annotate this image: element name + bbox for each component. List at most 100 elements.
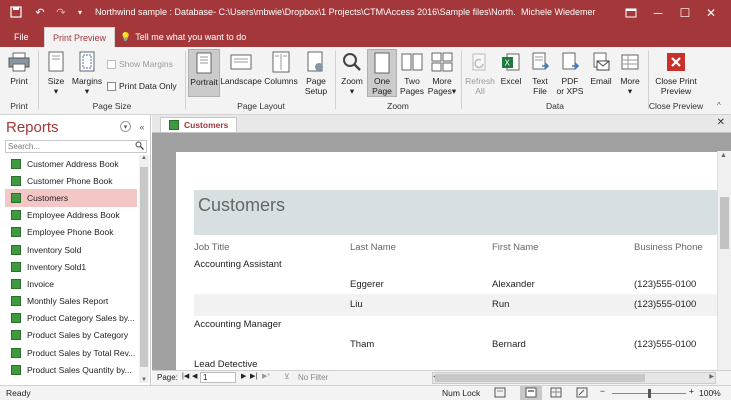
report-page[interactable]: Customers Job Title Last Name First Name Bu… [176, 152, 722, 372]
no-filter-indicator[interactable]: No Filter [298, 373, 328, 382]
zoom-slider[interactable] [612, 389, 686, 398]
layout-view-icon[interactable] [550, 387, 562, 400]
more-button[interactable]: More ▾ [616, 50, 644, 96]
shutter-bar-icon[interactable]: « [136, 121, 148, 133]
nav-item-report[interactable]: Product Sales Quantity by... [5, 361, 137, 378]
close-print-preview-button[interactable]: Close Print Preview [651, 50, 701, 96]
text-file-button[interactable]: Text File [526, 50, 554, 96]
horizontal-scroll-thumb[interactable] [435, 374, 645, 382]
preview-scroll-thumb[interactable] [720, 197, 729, 249]
group-label-page-size: Page Size [92, 101, 132, 111]
ribbon: Print Print Size ▾ Margins ▾ Show Margin… [0, 47, 731, 115]
customize-qat-icon[interactable]: ▾ [74, 4, 86, 20]
nav-item-report[interactable]: Inventory Sold1 [5, 258, 137, 275]
pdf-icon [558, 50, 582, 74]
nav-item-label: Product Category Sales by... [27, 313, 135, 324]
nav-scrollbar[interactable]: ▲ ▼ [139, 155, 149, 383]
refresh-all-button[interactable]: Refresh All [464, 50, 496, 96]
printer-icon [7, 50, 31, 74]
tab-file[interactable]: File [6, 27, 37, 47]
last-page-icon[interactable]: ▶| [250, 372, 257, 380]
print-button[interactable]: Print [4, 50, 34, 86]
report-icon [11, 313, 21, 324]
nav-item-report[interactable]: Product Sales by Total Rev... [5, 344, 137, 361]
print-preview-view-icon[interactable] [494, 387, 506, 400]
report-view-icon[interactable] [520, 386, 542, 400]
one-page-icon [370, 51, 394, 74]
undo-icon[interactable]: ↶ [32, 4, 48, 20]
zoom-level[interactable]: 100% [699, 388, 721, 398]
nav-search-input[interactable]: Search... [5, 140, 147, 153]
one-page-button[interactable]: One Page [367, 49, 397, 97]
search-icon[interactable] [135, 141, 144, 153]
margins-button[interactable]: Margins ▾ [70, 50, 104, 96]
report-icon [11, 175, 21, 186]
preview-vertical-scrollbar[interactable]: ▲ ▼ [717, 151, 731, 388]
size-button[interactable]: Size ▾ [42, 50, 70, 96]
table-cell: Bernard [492, 339, 526, 350]
document-tab-customers[interactable]: Customers [160, 117, 238, 132]
portrait-icon [192, 51, 216, 75]
scroll-up-icon[interactable]: ▲ [720, 152, 727, 159]
page-setup-icon [304, 50, 328, 74]
nav-item-report[interactable]: Product Category Sales by... [5, 310, 137, 327]
scroll-up-icon[interactable]: ▲ [141, 155, 147, 161]
more-pages-button[interactable]: More Pages▾ [427, 50, 457, 96]
columns-button[interactable]: Columns [263, 50, 299, 86]
group-divider [185, 51, 186, 109]
nav-scroll-thumb[interactable] [140, 167, 148, 367]
zoom-out-icon[interactable]: − [600, 386, 605, 396]
nav-menu-icon[interactable]: ▾ [120, 121, 131, 132]
two-pages-button[interactable]: Two Pages [398, 50, 426, 96]
nav-item-report[interactable]: Inventory Sold [5, 241, 137, 258]
new-page-icon[interactable]: ▶* [262, 372, 270, 380]
zoom-in-icon[interactable]: + [689, 386, 694, 396]
portrait-button[interactable]: Portrait [188, 49, 220, 97]
pdf-xps-button[interactable]: PDF or XPS [555, 50, 585, 96]
tab-print-preview[interactable]: Print Preview [44, 27, 116, 47]
report-icon [11, 192, 21, 203]
show-margins-checkbox[interactable]: Show Margins [107, 59, 173, 69]
email-button[interactable]: Email [587, 50, 615, 86]
nav-item-report[interactable]: Customers [5, 189, 137, 207]
landscape-button[interactable]: Landscape [220, 50, 262, 86]
ribbon-tab-bar: File Print Preview 💡 Tell me what you wa… [0, 25, 731, 47]
redo-icon[interactable]: ↷ [54, 4, 68, 20]
zoom-button[interactable]: Zoom ▾ [338, 50, 366, 96]
excel-icon: X [499, 50, 523, 74]
close-icon[interactable]: ✕ [691, 0, 731, 25]
nav-item-report[interactable]: Employee Phone Book [5, 224, 137, 241]
nav-item-report[interactable]: Customer Address Book [5, 155, 137, 172]
nav-item-report[interactable]: Product Sales by Category [5, 327, 137, 344]
horizontal-scrollbar[interactable]: ◀ ▶ [432, 372, 716, 384]
previous-page-icon[interactable]: ◀ [192, 372, 197, 380]
window-title: Northwind sample : Database- C:\Users\mb… [95, 7, 515, 17]
excel-button[interactable]: X Excel [497, 50, 525, 86]
user-name[interactable]: Michele Wiedemer [521, 7, 596, 17]
nav-item-report[interactable]: Customer Phone Book [5, 172, 137, 189]
print-data-only-checkbox[interactable]: Print Data Only [107, 81, 177, 91]
group-header: Lead Detective [194, 359, 258, 370]
page-number-input[interactable]: 1 [200, 372, 236, 383]
table-cell: (123)555-0100 [634, 339, 697, 350]
preview-canvas[interactable]: Customers Job Title Last Name First Name Bu… [152, 133, 731, 388]
scroll-right-icon[interactable]: ▶ [709, 373, 714, 380]
first-page-icon[interactable]: |◀ [182, 372, 189, 380]
tell-me-text: Tell me what you want to do [135, 32, 247, 42]
nav-item-label: Product Sales by Total Rev... [27, 347, 136, 358]
next-page-icon[interactable]: ▶ [241, 372, 246, 380]
zoom-slider-thumb[interactable] [648, 389, 651, 398]
close-document-icon[interactable]: ✕ [717, 117, 725, 128]
report-icon [11, 296, 21, 307]
tell-me-box[interactable]: 💡 Tell me what you want to do [120, 27, 246, 47]
nav-pane-header[interactable]: Reports [6, 119, 59, 136]
page-setup-button[interactable]: Page Setup [301, 50, 331, 96]
save-icon[interactable] [8, 4, 24, 20]
design-view-icon[interactable] [576, 387, 588, 400]
nav-item-report[interactable]: Monthly Sales Report [5, 293, 137, 310]
report-icon [169, 120, 179, 130]
scroll-down-icon[interactable]: ▼ [141, 377, 147, 383]
nav-item-report[interactable]: Invoice [5, 275, 137, 292]
nav-item-report[interactable]: Employee Address Book [5, 207, 137, 224]
collapse-ribbon-icon[interactable]: ^ [717, 101, 721, 110]
